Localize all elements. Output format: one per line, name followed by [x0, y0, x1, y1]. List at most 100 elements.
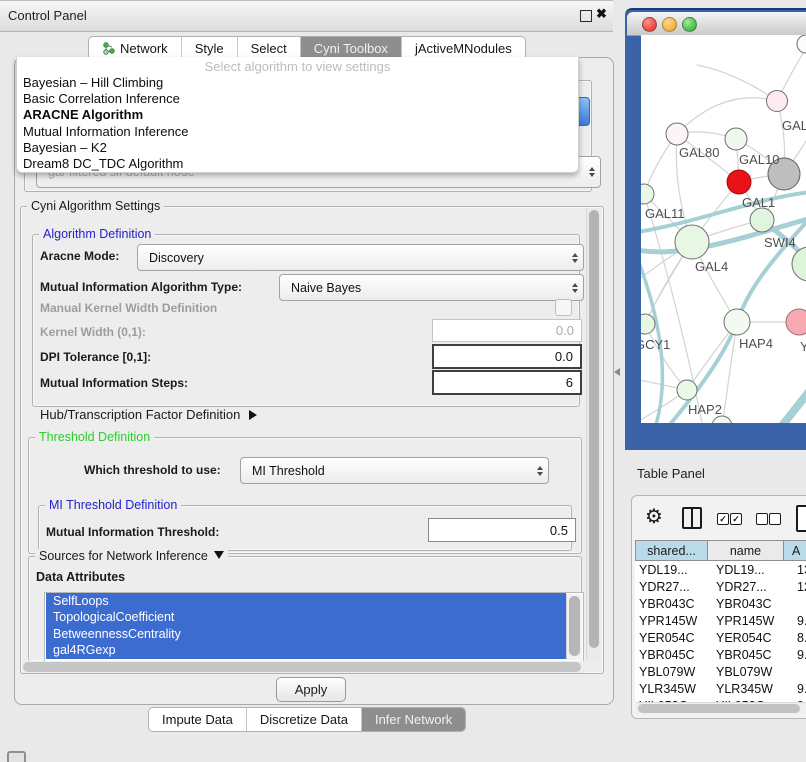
manual-kernel-checkbox[interactable] — [555, 299, 572, 316]
network-node-swi4[interactable] — [750, 208, 774, 232]
mi-threshold-field[interactable]: 0.5 — [428, 518, 576, 542]
algorithm-option[interactable]: Bayesian – K2 — [17, 140, 578, 156]
network-node-label: GAL — [782, 118, 806, 133]
stepper-icon — [572, 283, 578, 293]
table-cell: YBL079W — [712, 664, 790, 681]
scrollbar-thumb[interactable] — [638, 704, 800, 713]
panel-divider-arrow[interactable] — [614, 368, 620, 376]
scrollbar-thumb[interactable] — [589, 210, 599, 648]
tab-impute-data[interactable]: Impute Data — [149, 708, 246, 731]
settings-horizontal-scrollbar[interactable] — [22, 661, 584, 673]
tab-discretize-data[interactable]: Discretize Data — [246, 708, 361, 731]
scrollbar-thumb[interactable] — [569, 596, 580, 656]
column-header-shared-name[interactable]: shared... — [635, 540, 708, 561]
mi-steps-field[interactable]: 6 — [432, 370, 582, 395]
tab-label: jActiveMNodules — [415, 41, 512, 56]
network-canvas[interactable]: GALGAL80GAL10GAL1GAL11SWI4GAL4GCY1HAP4YH… — [641, 35, 806, 423]
table-cell: YDR27... — [635, 579, 712, 596]
mi-steps-value: 6 — [566, 375, 573, 390]
network-node-label: GAL4 — [695, 259, 728, 274]
network-node-y-node[interactable] — [786, 309, 806, 335]
network-window-titlebar — [627, 12, 806, 36]
table-cell — [790, 664, 806, 681]
network-node-gal11[interactable] — [641, 184, 654, 204]
group-title: Threshold Definition — [35, 430, 154, 444]
table-row[interactable]: YPR145WYPR145W9. — [635, 613, 806, 630]
sources-expander[interactable]: Sources for Network Inference — [35, 549, 228, 563]
document-icon[interactable] — [796, 505, 806, 532]
network-node-gcy1[interactable] — [641, 314, 655, 334]
attribute-item[interactable]: gal4RGexp — [46, 642, 566, 658]
which-threshold-label: Which threshold to use: — [84, 463, 221, 477]
algorithm-option[interactable]: ARACNE Algorithm — [17, 107, 578, 123]
network-node-gal1[interactable] — [727, 170, 751, 194]
table-cell: YBR045C — [712, 647, 790, 664]
split-view-icon[interactable] — [682, 507, 702, 529]
column-header-partial[interactable]: A — [783, 540, 806, 561]
table-row[interactable]: YER054CYER054C8. — [635, 630, 806, 647]
select-all-checkbox-icon[interactable]: ✓ — [730, 513, 742, 525]
network-node-bottom-partial[interactable] — [712, 416, 732, 423]
table-cell: YDL19... — [635, 562, 712, 579]
tab-infer-network[interactable]: Infer Network — [361, 708, 465, 731]
attribute-item[interactable]: TopologicalCoefficient — [46, 609, 566, 625]
table-row[interactable]: YDR27...YDR27...12 — [635, 579, 806, 596]
attribute-item[interactable]: BetweennessCentrality — [46, 626, 566, 642]
table-cell: 9. — [790, 681, 806, 698]
zoom-window-icon[interactable] — [682, 17, 697, 32]
attr-items: SelfLoopsTopologicalCoefficientBetweenne… — [45, 593, 583, 659]
table-row[interactable]: YBR043CYBR043C — [635, 596, 806, 613]
select-all-checkbox-icon[interactable]: ✓ — [717, 513, 729, 525]
network-node-gal80[interactable] — [666, 123, 688, 145]
algorithm-option[interactable]: Mutual Information Inference — [17, 124, 578, 140]
hub-definition-expander[interactable]: Hub/Transcription Factor Definition — [40, 407, 257, 422]
bottom-tabs: Impute Data Discretize Data Infer Networ… — [148, 707, 466, 732]
network-edge-highlighted — [777, 384, 806, 423]
which-threshold-combobox[interactable]: MI Threshold — [240, 457, 549, 484]
table-row[interactable]: YBL079WYBL079W — [635, 664, 806, 681]
deselect-all-checkbox-icon[interactable] — [756, 513, 768, 525]
algorithm-option[interactable]: Dream8 DC_TDC Algorithm — [17, 156, 578, 172]
apply-button[interactable]: Apply — [276, 677, 346, 702]
table-cell: YBR045C — [635, 647, 712, 664]
network-node-label: SWI4 — [764, 235, 796, 250]
algorithm-option[interactable]: Basic Correlation Inference — [17, 91, 578, 107]
tab-label: Discretize Data — [260, 712, 348, 727]
list-scrollbar[interactable] — [566, 594, 582, 660]
network-node-hap2[interactable] — [677, 380, 697, 400]
table-cell: YPR145W — [635, 613, 712, 630]
float-panel-icon[interactable] — [580, 10, 592, 22]
close-panel-icon[interactable]: ✖ — [596, 6, 607, 22]
network-node-label: Y — [800, 339, 806, 354]
close-window-icon[interactable] — [642, 17, 657, 32]
table-row[interactable]: YBR045CYBR045C9. — [635, 647, 806, 664]
table-horizontal-scrollbar[interactable] — [636, 702, 805, 714]
minimize-window-icon[interactable] — [662, 17, 677, 32]
manual-kernel-label: Manual Kernel Width Definition — [40, 301, 217, 315]
network-node-right-green[interactable] — [792, 247, 806, 281]
kernel-width-field[interactable]: 0.0 — [432, 319, 582, 342]
attribute-item[interactable]: SelfLoops — [46, 593, 566, 609]
app-root: Control Panel ✖ Network Style Select Cyn… — [0, 0, 806, 762]
network-node-gal7[interactable] — [767, 91, 788, 112]
network-node-gal4[interactable] — [675, 225, 709, 259]
settings-vertical-scrollbar[interactable] — [586, 208, 601, 660]
dpi-tolerance-value: 0.0 — [555, 349, 573, 364]
control-panel-titlebar: Control Panel ✖ — [0, 0, 613, 32]
dpi-tolerance-field[interactable]: 0.0 — [432, 344, 582, 369]
gear-icon[interactable]: ⚙ — [645, 504, 663, 528]
network-node-label: GAL10 — [739, 152, 779, 167]
column-header-name[interactable]: name — [707, 540, 784, 561]
network-node-label: GAL80 — [679, 145, 719, 160]
dock-panel-icon[interactable] — [7, 751, 26, 762]
network-node-gal10[interactable] — [725, 128, 747, 150]
scrollbar-thumb[interactable] — [23, 662, 581, 672]
table-row[interactable]: YDL19...YDL19...13 — [635, 562, 806, 579]
table-row[interactable]: YLR345WYLR345W9. — [635, 681, 806, 698]
network-node-hap4[interactable] — [724, 309, 750, 335]
deselect-all-checkbox-icon[interactable] — [769, 513, 781, 525]
mi-type-combobox[interactable]: Naive Bayes — [279, 274, 584, 301]
network-node-top-partial[interactable] — [797, 35, 806, 53]
aracne-mode-combobox[interactable]: Discovery — [137, 244, 584, 271]
algorithm-option[interactable]: Bayesian – Hill Climbing — [17, 75, 578, 91]
